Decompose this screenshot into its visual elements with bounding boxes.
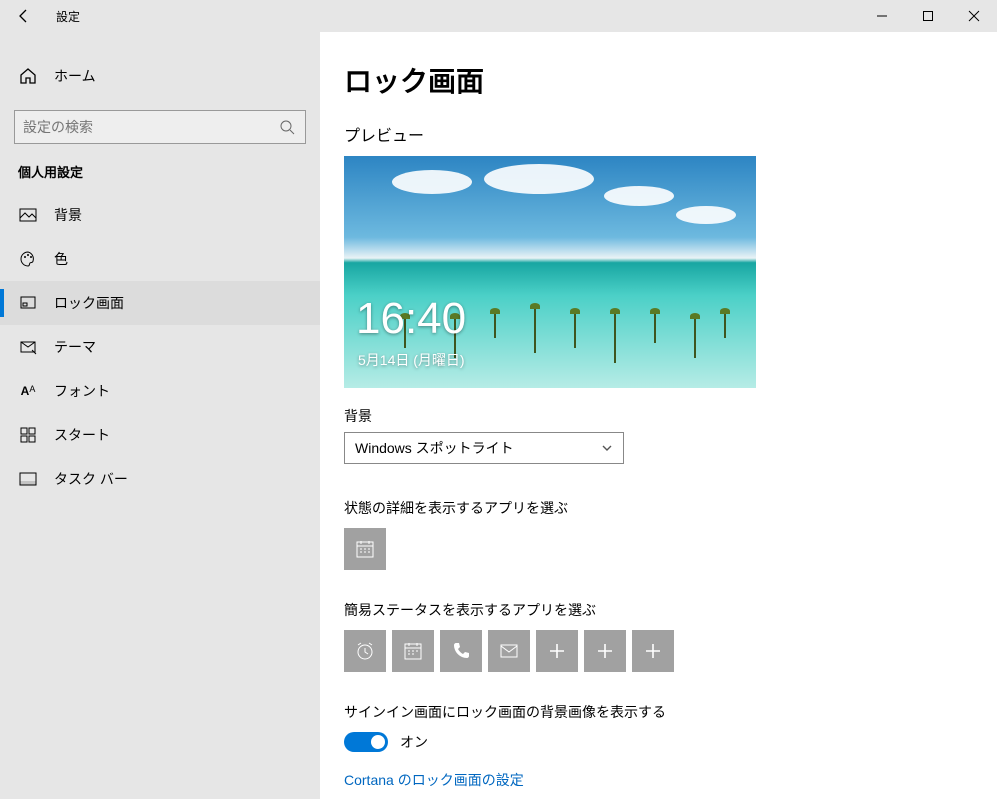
maximize-button[interactable]	[905, 0, 951, 32]
main-content: ロック画面 プレビュー 16:40 5月14日 (月曜日) 背景 Windows…	[320, 32, 997, 799]
quick-app-add-1[interactable]	[536, 630, 578, 672]
sidebar-item-label: 背景	[54, 205, 82, 225]
detailed-status-label: 状態の詳細を表示するアプリを選ぶ	[344, 498, 997, 518]
background-label: 背景	[344, 406, 997, 426]
sidebar-item-background[interactable]: 背景	[0, 193, 320, 237]
sidebar: ホーム 個人用設定 背景 色 ロック画面 テーマ AA フォント スタート タス…	[0, 32, 320, 799]
sidebar-item-themes[interactable]: テーマ	[0, 325, 320, 369]
lockscreen-icon	[18, 294, 38, 312]
quick-app-phone[interactable]	[440, 630, 482, 672]
minimize-button[interactable]	[859, 0, 905, 32]
search-icon	[277, 119, 297, 135]
chevron-down-icon	[601, 442, 613, 454]
quick-app-alarm[interactable]	[344, 630, 386, 672]
sidebar-item-start[interactable]: スタート	[0, 413, 320, 457]
font-icon: AA	[18, 384, 38, 398]
quick-status-tiles	[344, 630, 997, 672]
picture-icon	[18, 206, 38, 224]
search-field[interactable]	[23, 119, 277, 135]
sidebar-item-fonts[interactable]: AA フォント	[0, 369, 320, 413]
sidebar-item-lockscreen[interactable]: ロック画面	[0, 281, 320, 325]
close-button[interactable]	[951, 0, 997, 32]
home-icon	[18, 67, 38, 85]
sidebar-item-label: 色	[54, 249, 68, 269]
sidebar-item-label: テーマ	[54, 337, 96, 357]
preview-label: プレビュー	[344, 122, 997, 146]
sidebar-home[interactable]: ホーム	[0, 56, 320, 96]
theme-icon	[18, 338, 38, 356]
sidebar-item-taskbar[interactable]: タスク バー	[0, 457, 320, 501]
toggle-value: オン	[400, 732, 428, 752]
window-title: 設定	[56, 8, 80, 25]
preview-date: 5月14日 (月曜日)	[358, 350, 465, 370]
signin-toggle-label: サインイン画面にロック画面の背景画像を表示する	[344, 702, 997, 722]
quick-status-label: 簡易ステータスを表示するアプリを選ぶ	[344, 600, 997, 620]
sidebar-item-label: ロック画面	[54, 293, 124, 313]
background-value: Windows スポットライト	[355, 438, 514, 458]
detailed-status-tiles	[344, 528, 997, 570]
title-bar: 設定	[0, 0, 997, 32]
page-title: ロック画面	[344, 60, 997, 100]
detailed-app-calendar[interactable]	[344, 528, 386, 570]
signin-background-toggle[interactable]	[344, 732, 388, 752]
back-button[interactable]	[0, 0, 48, 32]
start-icon	[18, 427, 38, 443]
sidebar-section-label: 個人用設定	[0, 162, 320, 193]
sidebar-item-label: スタート	[54, 425, 110, 445]
sidebar-item-label: フォント	[54, 381, 110, 401]
quick-app-add-2[interactable]	[584, 630, 626, 672]
quick-app-calendar[interactable]	[392, 630, 434, 672]
cortana-lockscreen-link[interactable]: Cortana のロック画面の設定	[344, 770, 997, 790]
palette-icon	[18, 250, 38, 268]
sidebar-item-colors[interactable]: 色	[0, 237, 320, 281]
preview-time: 16:40	[356, 294, 466, 344]
background-combobox[interactable]: Windows スポットライト	[344, 432, 624, 464]
lockscreen-preview: 16:40 5月14日 (月曜日)	[344, 156, 756, 388]
sidebar-item-label: タスク バー	[54, 469, 128, 489]
search-input[interactable]	[14, 110, 306, 144]
quick-app-add-3[interactable]	[632, 630, 674, 672]
taskbar-icon	[18, 472, 38, 486]
quick-app-mail[interactable]	[488, 630, 530, 672]
sidebar-home-label: ホーム	[54, 66, 96, 86]
